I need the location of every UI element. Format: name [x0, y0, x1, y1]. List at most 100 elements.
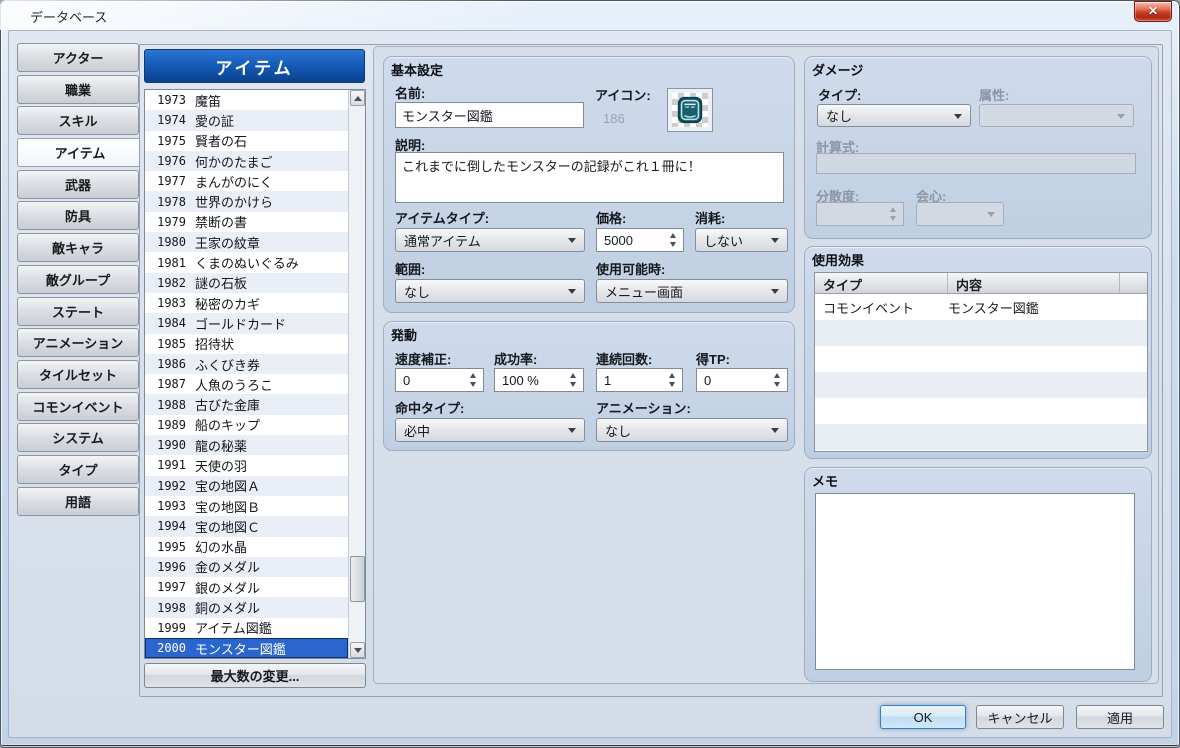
- sidebar-tab[interactable]: システム: [17, 423, 139, 452]
- item-row[interactable]: 1987 人魚のうろこ: [145, 374, 348, 394]
- spin-down-icon[interactable]: [669, 382, 675, 387]
- item-row[interactable]: 1995 幻の水晶: [145, 537, 348, 557]
- list-scrollbar[interactable]: [348, 90, 365, 658]
- tp-gain-spinner[interactable]: 0: [696, 368, 788, 392]
- change-maximum-button[interactable]: 最大数の変更...: [144, 663, 366, 688]
- sidebar-tab[interactable]: 敵キャラ: [17, 233, 139, 262]
- scroll-up-button[interactable]: [350, 90, 365, 106]
- item-row[interactable]: 1991 天使の羽: [145, 455, 348, 475]
- damage-type-dropdown[interactable]: なし: [817, 104, 971, 127]
- sidebar-tab[interactable]: アクター: [17, 43, 139, 72]
- spin-down-icon[interactable]: [570, 382, 576, 387]
- item-row[interactable]: 1979 禁断の書: [145, 212, 348, 232]
- animation-dropdown[interactable]: なし: [596, 418, 788, 442]
- item-row[interactable]: 1992 宝の地図Ａ: [145, 476, 348, 496]
- sidebar-tab[interactable]: 用語: [17, 487, 139, 516]
- sidebar-tab[interactable]: 職業: [17, 75, 139, 104]
- effect-row[interactable]: コモンイベント モンスター図鑑: [815, 294, 1147, 320]
- item-row[interactable]: 1983 秘密のカギ: [145, 293, 348, 313]
- item-id: 1987: [152, 377, 186, 391]
- sidebar-tab[interactable]: 敵グループ: [17, 265, 139, 294]
- sidebar-tab[interactable]: タイルセット: [17, 360, 139, 389]
- sidebar-tab[interactable]: アニメーション: [17, 328, 139, 357]
- name-label: 名前:: [395, 83, 425, 102]
- repeats-label: 連続回数:: [596, 349, 652, 368]
- sidebar-tab[interactable]: タイプ: [17, 455, 139, 484]
- memo-input[interactable]: [815, 493, 1135, 670]
- spin-up-icon[interactable]: [669, 373, 675, 378]
- item-row[interactable]: 1994 宝の地図Ｃ: [145, 516, 348, 536]
- item-row[interactable]: 1997 銀のメダル: [145, 577, 348, 597]
- scroll-down-button[interactable]: [350, 642, 365, 658]
- icon-button[interactable]: [667, 88, 713, 132]
- item-row[interactable]: 1982 謎の石板: [145, 273, 348, 293]
- titlebar[interactable]: データベース: [0, 0, 1180, 30]
- description-input[interactable]: これまでに倒したモンスターの記録がこれ１冊に！: [395, 152, 784, 203]
- chevron-down-icon: [771, 238, 779, 243]
- item-id: 1984: [152, 316, 186, 330]
- scope-dropdown[interactable]: なし: [395, 279, 585, 303]
- price-spinner[interactable]: 5000: [596, 228, 684, 252]
- item-row[interactable]: 1976 何かのたまご: [145, 151, 348, 171]
- consumable-dropdown[interactable]: しない: [695, 228, 788, 252]
- item-name: 魔笛: [195, 91, 221, 110]
- name-input[interactable]: モンスター図鑑: [395, 102, 584, 128]
- spin-up-icon[interactable]: [774, 373, 780, 378]
- effect-content: モンスター図鑑: [948, 298, 1039, 317]
- item-row[interactable]: 1978 世界のかけら: [145, 191, 348, 211]
- spin-up-icon[interactable]: [670, 233, 676, 238]
- item-id: 1997: [152, 580, 186, 594]
- item-id: 1981: [152, 256, 186, 270]
- item-type-dropdown[interactable]: 通常アイテム: [395, 228, 585, 252]
- ok-button[interactable]: OK: [880, 705, 966, 729]
- item-row[interactable]: 1990 龍の秘薬: [145, 435, 348, 455]
- effects-col-spare: [1120, 273, 1147, 293]
- item-id: 1991: [152, 458, 186, 472]
- effects-col-content: 内容: [948, 273, 1120, 293]
- spin-up-icon[interactable]: [470, 373, 476, 378]
- cancel-button[interactable]: キャンセル: [976, 705, 1064, 729]
- item-row[interactable]: 1984 ゴールドカード: [145, 313, 348, 333]
- sidebar-tab[interactable]: スキル: [17, 106, 139, 135]
- item-row[interactable]: 1998 銅のメダル: [145, 597, 348, 617]
- item-row[interactable]: 1999 アイテム図鑑: [145, 618, 348, 638]
- scroll-thumb[interactable]: [350, 556, 365, 602]
- item-row[interactable]: 1988 古びた金庫: [145, 394, 348, 414]
- chevron-down-icon: [1117, 114, 1125, 119]
- item-row[interactable]: 2000 モンスター図鑑: [145, 638, 348, 658]
- item-id: 1998: [152, 601, 186, 615]
- item-name: 人魚のうろこ: [195, 375, 273, 394]
- sidebar-tab[interactable]: コモンイベント: [17, 392, 139, 421]
- sidebar-tab[interactable]: アイテム: [17, 138, 143, 167]
- speed-spinner[interactable]: 0: [395, 368, 484, 392]
- invocation-title: 発動: [391, 325, 417, 344]
- repeats-spinner[interactable]: 1: [596, 368, 683, 392]
- spin-down-icon[interactable]: [470, 382, 476, 387]
- item-row[interactable]: 1973 魔笛: [145, 90, 348, 110]
- effects-table[interactable]: タイプ 内容 コモンイベント モンスター図鑑: [814, 272, 1148, 452]
- spin-up-icon[interactable]: [570, 373, 576, 378]
- occasion-dropdown[interactable]: メニュー画面: [596, 279, 788, 303]
- item-row[interactable]: 1996 金のメダル: [145, 557, 348, 577]
- apply-button[interactable]: 適用: [1076, 705, 1164, 729]
- item-row[interactable]: 1989 船のキップ: [145, 415, 348, 435]
- item-row[interactable]: 1981 くまのぬいぐるみ: [145, 252, 348, 272]
- sidebar-tab[interactable]: 防具: [17, 201, 139, 230]
- item-row[interactable]: 1985 招待状: [145, 334, 348, 354]
- item-name: モンスター図鑑: [195, 639, 286, 658]
- item-row[interactable]: 1993 宝の地図Ｂ: [145, 496, 348, 516]
- close-button[interactable]: ✕: [1134, 1, 1172, 22]
- item-id: 1986: [152, 357, 186, 371]
- hit-type-dropdown[interactable]: 必中: [395, 418, 585, 442]
- item-row[interactable]: 1986 ふくびき券: [145, 354, 348, 374]
- item-name: 幻の水晶: [195, 537, 247, 556]
- success-spinner[interactable]: 100 %: [494, 368, 584, 392]
- spin-down-icon[interactable]: [670, 242, 676, 247]
- spin-down-icon[interactable]: [774, 382, 780, 387]
- item-row[interactable]: 1974 愛の証: [145, 110, 348, 130]
- sidebar-tab[interactable]: ステート: [17, 297, 139, 326]
- item-row[interactable]: 1980 王家の紋章: [145, 232, 348, 252]
- item-row[interactable]: 1977 まんがのにく: [145, 171, 348, 191]
- item-row[interactable]: 1975 賢者の石: [145, 131, 348, 151]
- sidebar-tab[interactable]: 武器: [17, 170, 139, 199]
